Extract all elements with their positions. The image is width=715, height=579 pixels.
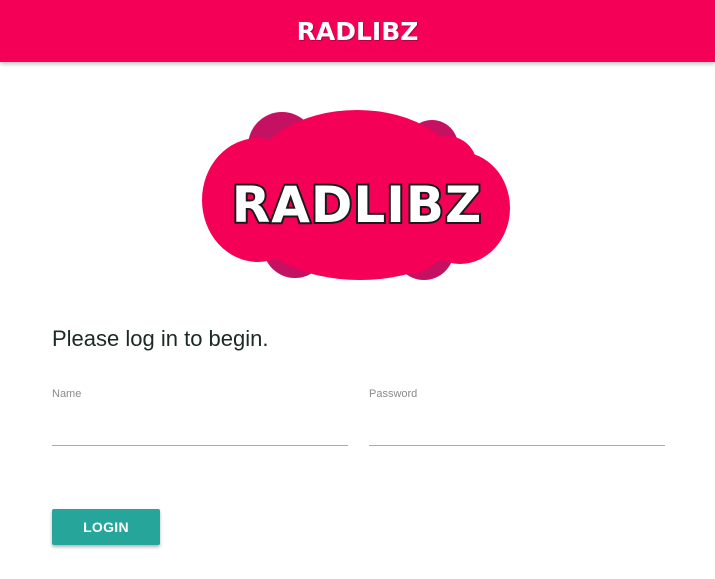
password-field-group: Password (369, 388, 665, 448)
app-bar: RADLIBZ (0, 0, 715, 62)
name-input[interactable] (52, 416, 348, 446)
password-label: Password (369, 388, 418, 400)
password-input[interactable] (369, 416, 665, 446)
name-field-group: Name (52, 388, 348, 448)
logo-text: RADLIBZ (232, 176, 483, 234)
radlibz-logo: RADLIBZ (200, 108, 515, 283)
name-label: Name (52, 388, 82, 400)
app-title: RADLIBZ (296, 16, 419, 46)
login-prompt: Please log in to begin. (52, 326, 269, 351)
login-button[interactable]: LOGIN (52, 509, 160, 545)
